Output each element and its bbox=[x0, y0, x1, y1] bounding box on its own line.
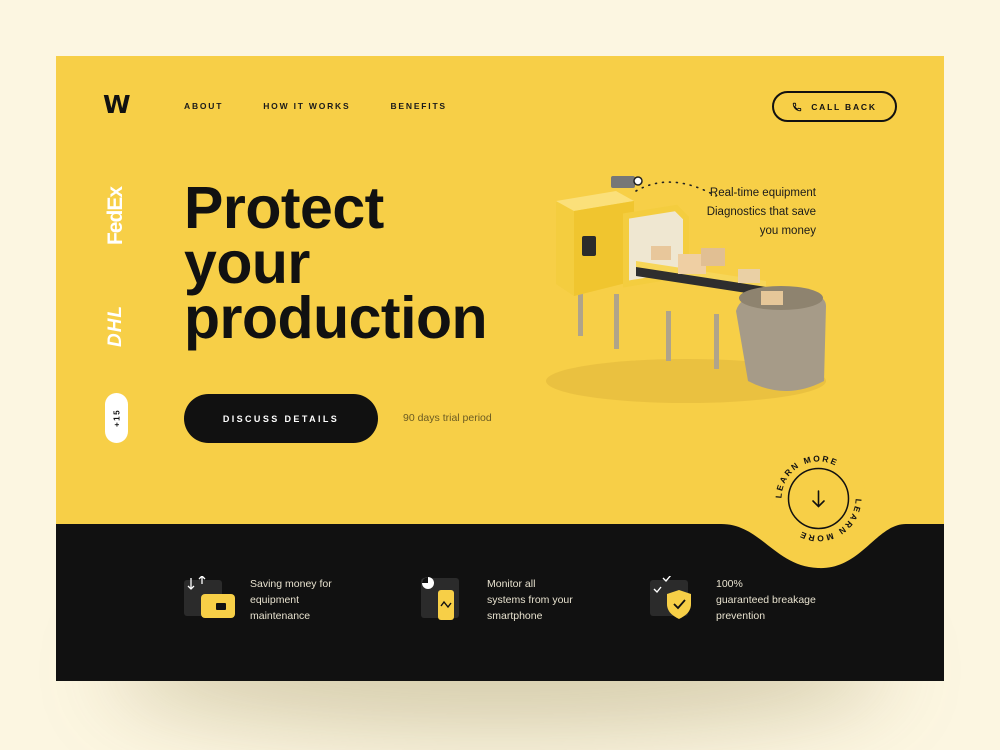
discuss-details-button[interactable]: DISCUSS DETAILS bbox=[184, 394, 378, 443]
more-partners-label: +15 bbox=[112, 408, 121, 428]
smartphone-icon bbox=[421, 576, 477, 624]
more-partners-badge[interactable]: +15 bbox=[105, 393, 128, 443]
fedex-logo-text: FedEx bbox=[104, 186, 127, 246]
wallet-icon bbox=[184, 575, 240, 624]
feature-item: Monitor all systems from your smartphone bbox=[421, 576, 617, 624]
nav-item-benefits[interactable]: BENEFITS bbox=[390, 101, 446, 111]
main-nav: ABOUT HOW IT WORKS BENEFITS bbox=[184, 101, 487, 111]
feature-item: 100% guaranteed breakage prevention bbox=[650, 574, 846, 624]
learn-more-button[interactable]: LEARN MORE LEARN MORE bbox=[771, 451, 866, 546]
trial-period-text: 90 days trial period bbox=[403, 412, 492, 424]
feature-text: 100% guaranteed breakage prevention bbox=[716, 578, 816, 622]
nav-item-how-it-works[interactable]: HOW IT WORKS bbox=[263, 101, 350, 111]
shield-check-icon bbox=[650, 574, 706, 624]
landing-card: W ABOUT HOW IT WORKS BENEFITS CALL BACK … bbox=[56, 56, 944, 681]
feature-text: Monitor all systems from your smartphone bbox=[487, 578, 573, 622]
nav-item-about[interactable]: ABOUT bbox=[184, 101, 223, 111]
call-back-label: CALL BACK bbox=[811, 101, 877, 112]
dhl-logo: DHL bbox=[101, 291, 131, 361]
brand-logo[interactable]: W bbox=[103, 90, 131, 119]
fedex-logo: FedEx bbox=[101, 186, 131, 246]
feature-item: Saving money for equipment maintenance bbox=[184, 575, 380, 624]
dhl-logo-text: DHL bbox=[105, 304, 126, 348]
call-back-button[interactable]: CALL BACK bbox=[772, 91, 897, 122]
phone-icon bbox=[792, 102, 802, 111]
feature-text: Saving money for equipment maintenance bbox=[250, 578, 332, 622]
conveyor-machine-illustration bbox=[546, 176, 826, 403]
